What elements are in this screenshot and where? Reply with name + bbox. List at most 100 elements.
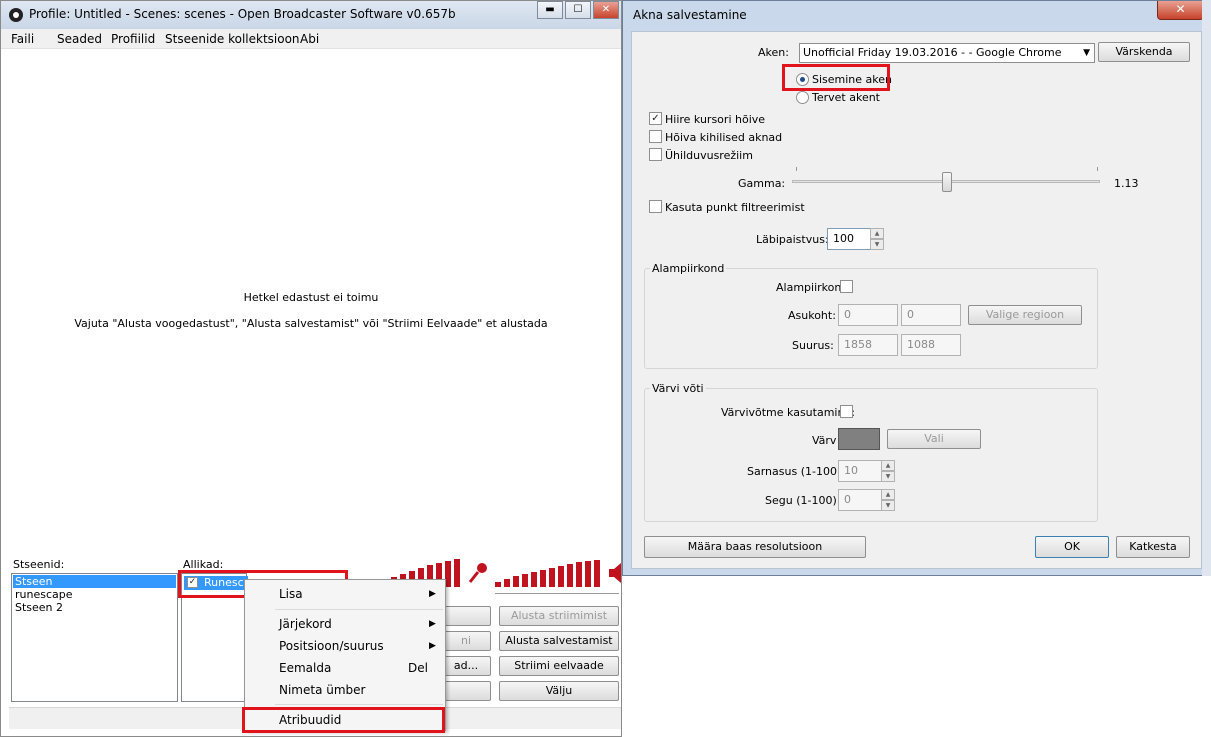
set-base-resolution-button[interactable]: Määra baas resolutsioon	[644, 536, 866, 558]
spin-down-icon[interactable]: ▼	[881, 471, 895, 482]
dialog-title: Akna salvestamine	[633, 8, 747, 22]
menu-bar: Faili Seaded Profiilid Stseenide kollekt…	[1, 29, 621, 49]
window-label: Aken:	[758, 46, 789, 59]
minimize-button[interactable]: ▬	[537, 1, 563, 19]
preview-hint-text: Vajuta "Alusta voogedastust", "Alusta sa…	[74, 317, 548, 330]
start-streaming-button[interactable]: Alusta striimimist	[499, 606, 619, 626]
position-x-input[interactable]: 0	[838, 304, 898, 326]
radio-full-label: Tervet akent	[812, 91, 880, 104]
size-label: Suurus:	[792, 339, 834, 352]
close-button[interactable]: ✕	[593, 1, 619, 19]
ctx-item-order[interactable]: Järjekord	[279, 617, 332, 631]
menu-profiles[interactable]: Profiilid	[111, 32, 155, 46]
slider-tick	[1097, 167, 1098, 171]
select-region-button[interactable]: Valige regioon	[968, 305, 1082, 325]
ctx-item-remove[interactable]: Eemalda	[279, 661, 331, 675]
volume-slider-track[interactable]	[495, 593, 619, 599]
spin-up-icon[interactable]: ▲	[870, 228, 884, 239]
scene-item[interactable]: Stseen	[13, 575, 176, 588]
chevron-down-icon: ▼	[1083, 48, 1090, 58]
position-y-input[interactable]: 0	[901, 304, 961, 326]
spin-up-icon[interactable]: ▲	[881, 460, 895, 471]
capture-layered-label: Hõiva kihilised aknad	[665, 131, 783, 144]
exit-button[interactable]: Välju	[499, 681, 619, 701]
menu-file[interactable]: Faili	[11, 32, 34, 46]
gamma-slider-thumb[interactable]	[942, 172, 952, 192]
color-label: Värv	[812, 434, 837, 447]
blend-input[interactable]: 0	[838, 489, 882, 511]
plugins-button[interactable]: ni	[441, 631, 491, 651]
ctx-item-rename[interactable]: Nimeta ümber	[279, 683, 365, 697]
dialog-close-button[interactable]: ✕	[1157, 1, 1204, 20]
size-h-input[interactable]: 1088	[901, 334, 961, 356]
ctx-shortcut-del: Del	[408, 661, 428, 675]
scene-item[interactable]: Stseen 2	[13, 601, 176, 614]
window-select[interactable]: Unofficial Friday 19.03.2016 - - Google …	[799, 43, 1095, 63]
menu-separator	[275, 609, 443, 610]
obs-app-icon	[9, 8, 23, 22]
scene-buttons-button[interactable]	[441, 606, 491, 626]
similarity-input[interactable]: 10	[838, 460, 882, 482]
similarity-label: Sarnasus (1-100):	[747, 465, 845, 478]
scene-item[interactable]: runescape	[13, 588, 176, 601]
dialog-body: Aken: Unofficial Friday 19.03.2016 - - G…	[631, 31, 1202, 569]
desktop-volume-meter[interactable]	[495, 559, 607, 587]
settings-button[interactable]: ad...	[441, 656, 491, 676]
window-capture-dialog: Akna salvestamine ✕ Aken: Unofficial Fri…	[622, 0, 1211, 576]
colorkey-checkbox[interactable]	[840, 405, 853, 418]
menu-help[interactable]: Abi	[300, 32, 319, 46]
subregion-group-title: Alampiirkond	[650, 262, 727, 275]
scenes-label: Stseenid:	[13, 558, 65, 571]
menu-separator	[275, 704, 443, 705]
compat-mode-label: Ühilduvusrežiim	[665, 149, 753, 162]
cancel-button[interactable]: Katkesta	[1116, 536, 1190, 558]
ctx-item-add[interactable]: Lisa	[279, 587, 303, 601]
subregion-checkbox[interactable]	[840, 280, 853, 293]
compat-mode-checkbox[interactable]	[649, 148, 662, 161]
submenu-arrow-icon: ▶	[429, 619, 436, 629]
title-bar[interactable]: Profile: Untitled - Scenes: scenes - Ope…	[1, 1, 621, 29]
window-select-value: Unofficial Friday 19.03.2016 - - Google …	[803, 46, 1062, 59]
colorkey-group-title: Värvi võti	[650, 382, 706, 395]
maximize-button[interactable]: ☐	[565, 1, 591, 19]
speaker-icon[interactable]	[609, 563, 621, 583]
slider-tick	[796, 167, 797, 171]
edit-scene-button[interactable]	[441, 681, 491, 701]
opacity-input[interactable]: 100	[827, 228, 871, 250]
microphone-icon[interactable]	[467, 561, 489, 585]
highlight-properties	[242, 707, 445, 733]
highlight-inner-window-radio	[782, 64, 890, 91]
point-filter-label: Kasuta punkt filtreerimist	[665, 201, 805, 214]
blend-label: Segu (1-100):	[765, 494, 841, 507]
subregion-check-label: Alampiirkond	[776, 281, 849, 294]
point-filter-checkbox[interactable]	[649, 200, 662, 213]
position-label: Asukoht:	[788, 309, 836, 322]
ok-button[interactable]: OK	[1035, 536, 1109, 558]
choose-color-button[interactable]: Vali	[887, 429, 981, 449]
gamma-value: 1.13	[1114, 177, 1139, 190]
gamma-label: Gamma:	[738, 177, 786, 190]
preview-status-text: Hetkel edastust ei toimu	[243, 291, 379, 304]
colorkey-use-label: Värvivõtme kasutamine:	[721, 406, 855, 419]
capture-cursor-checkbox[interactable]: ✓	[649, 112, 662, 125]
spin-up-icon[interactable]: ▲	[881, 489, 895, 500]
background-window-edge	[1202, 0, 1211, 576]
menu-scene-collection[interactable]: Stseenide kollektsioon	[165, 32, 300, 46]
window-title: Profile: Untitled - Scenes: scenes - Ope…	[29, 7, 456, 21]
size-w-input[interactable]: 1858	[838, 334, 898, 356]
start-recording-button[interactable]: Alusta salvestamist	[499, 631, 619, 651]
submenu-arrow-icon: ▶	[429, 641, 436, 651]
spin-down-icon[interactable]: ▼	[881, 500, 895, 511]
spin-down-icon[interactable]: ▼	[870, 239, 884, 250]
color-swatch[interactable]	[838, 428, 880, 450]
submenu-arrow-icon: ▶	[429, 589, 436, 599]
scenes-list[interactable]: Stseen runescape Stseen 2	[11, 573, 178, 702]
ctx-item-position-size[interactable]: Positsioon/suurus	[279, 639, 384, 653]
radio-full-window[interactable]	[796, 91, 809, 104]
capture-layered-checkbox[interactable]	[649, 130, 662, 143]
preview-area: Hetkel edastust ei toimu Vajuta "Alusta …	[9, 49, 613, 529]
menu-settings[interactable]: Seaded	[57, 32, 102, 46]
preview-stream-button[interactable]: Striimi eelvaade	[499, 656, 619, 676]
capture-cursor-label: Hiire kursori hõive	[665, 113, 766, 126]
refresh-button[interactable]: Värskenda	[1098, 42, 1190, 62]
